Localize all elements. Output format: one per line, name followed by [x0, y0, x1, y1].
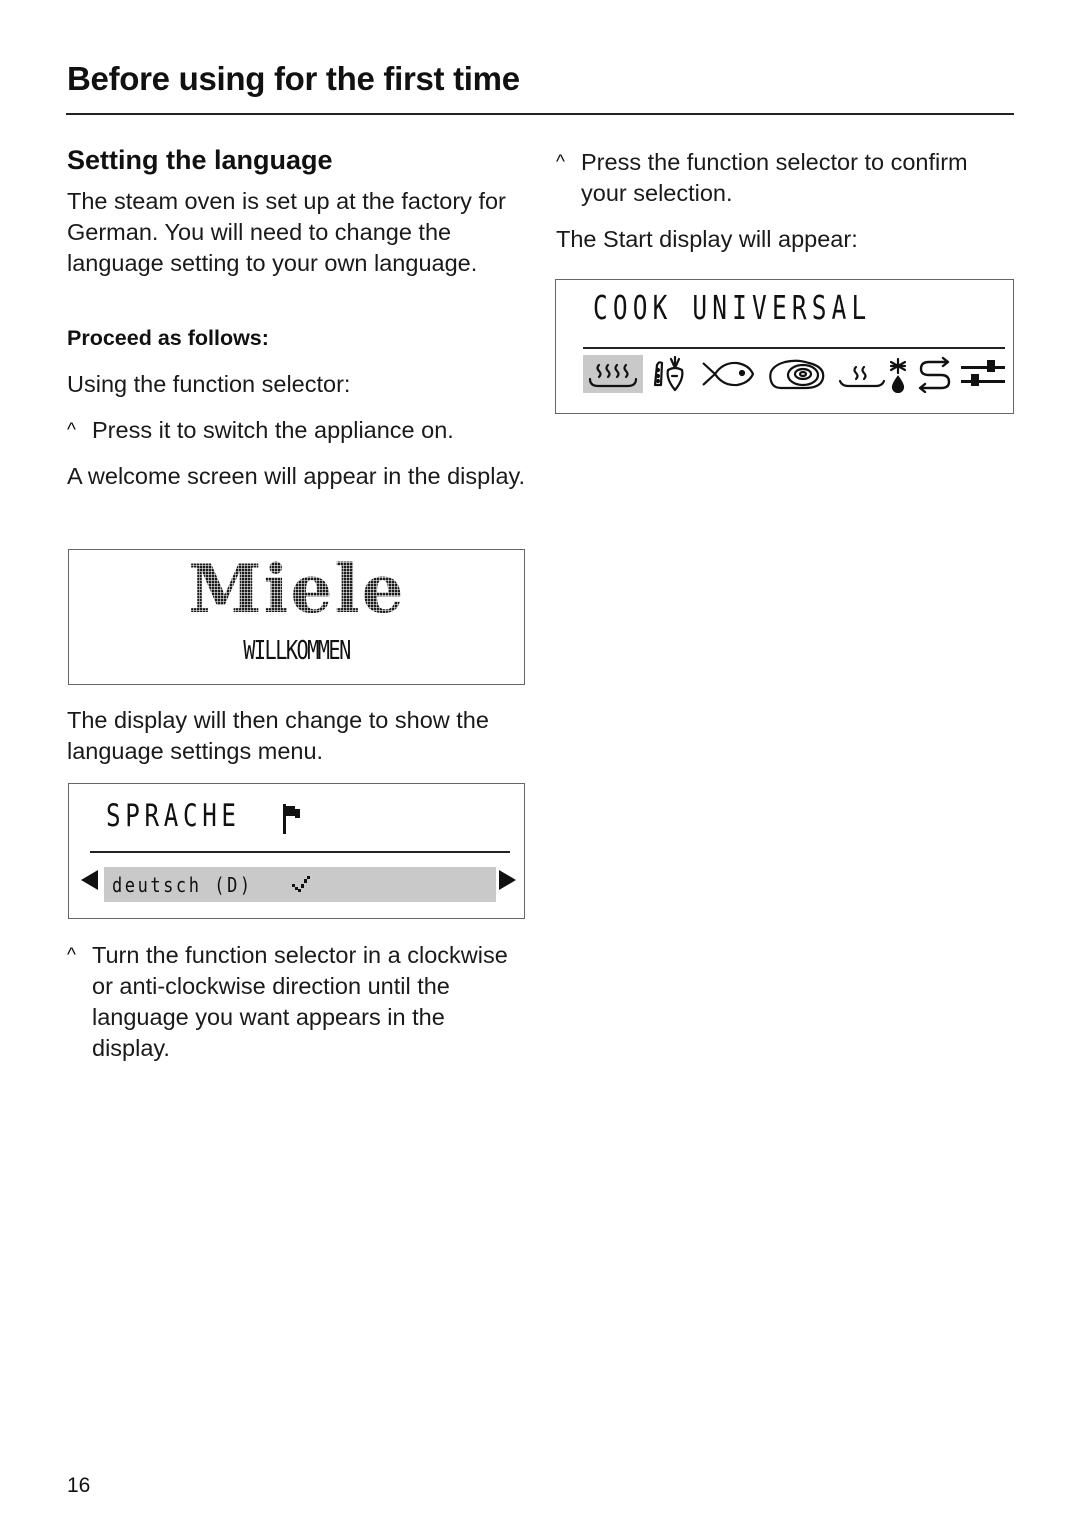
language-option-label: deutsch (D)	[112, 873, 253, 897]
start-divider	[583, 347, 1005, 349]
welcome-message: WILLKOMMEN	[243, 636, 351, 666]
proceed-heading: Proceed as follows:	[67, 326, 269, 350]
start-icon-bar	[583, 355, 1007, 395]
steam-cooking-icon[interactable]	[583, 355, 643, 393]
vegetables-icon[interactable]	[651, 355, 687, 393]
check-icon	[292, 876, 310, 892]
flag-icon	[283, 804, 300, 834]
page-number: 16	[67, 1474, 91, 1497]
left-column: Setting the language The steam oven is s…	[67, 142, 527, 492]
menu-note-block: The display will then change to show the…	[67, 705, 527, 767]
turn-step-block: ^ Turn the function selector in a clockw…	[67, 940, 527, 1064]
page-title: Before using for the first time	[67, 60, 520, 97]
welcome-display: Miele WILLKOMMEN	[68, 549, 525, 685]
settings-sliders-icon[interactable]	[960, 355, 1006, 393]
using-selector-text: Using the function selector:	[67, 371, 351, 397]
start-note: The Start display will appear:	[556, 226, 858, 252]
language-display: SPRACHE deutsch (D)	[68, 783, 525, 919]
language-divider	[90, 851, 510, 853]
step-text: Turn the function selector in a clockwis…	[92, 942, 508, 1061]
arrow-right-icon[interactable]	[499, 870, 516, 890]
language-title: SPRACHE	[106, 798, 241, 834]
step-text: Press the function selector to confirm y…	[581, 149, 968, 206]
section-heading: Setting the language	[67, 145, 333, 175]
intro-paragraph: The steam oven is set up at the factory …	[67, 188, 506, 276]
welcome-note: A welcome screen will appear in the disp…	[67, 463, 526, 489]
step-confirm: ^ Press the function selector to confirm…	[556, 147, 1016, 209]
right-column: ^ Press the function selector to confirm…	[556, 147, 1016, 255]
step-bullet: ^	[67, 420, 76, 441]
menu-note: The display will then change to show the…	[67, 707, 489, 764]
step-bullet: ^	[556, 152, 565, 173]
reheat-icon[interactable]	[838, 355, 886, 393]
miele-logo: Miele	[188, 550, 406, 628]
title-divider	[66, 113, 1014, 115]
fish-icon[interactable]	[701, 355, 757, 393]
start-title: COOK UNIVERSAL	[593, 288, 872, 327]
language-option-selected[interactable]: deutsch (D)	[104, 867, 496, 902]
step-switch-on: ^ Press it to switch the appliance on.	[67, 415, 527, 446]
step-bullet: ^	[67, 945, 76, 966]
start-display: COOK UNIVERSAL	[555, 279, 1014, 414]
step-text: Press it to switch the appliance on.	[92, 417, 454, 443]
step-turn-selector: ^ Turn the function selector in a clockw…	[67, 940, 527, 1064]
defrost-icon[interactable]	[887, 355, 909, 393]
arrow-left-icon[interactable]	[81, 870, 98, 890]
programs-cycle-icon[interactable]	[917, 355, 953, 393]
meat-icon[interactable]	[767, 355, 827, 393]
